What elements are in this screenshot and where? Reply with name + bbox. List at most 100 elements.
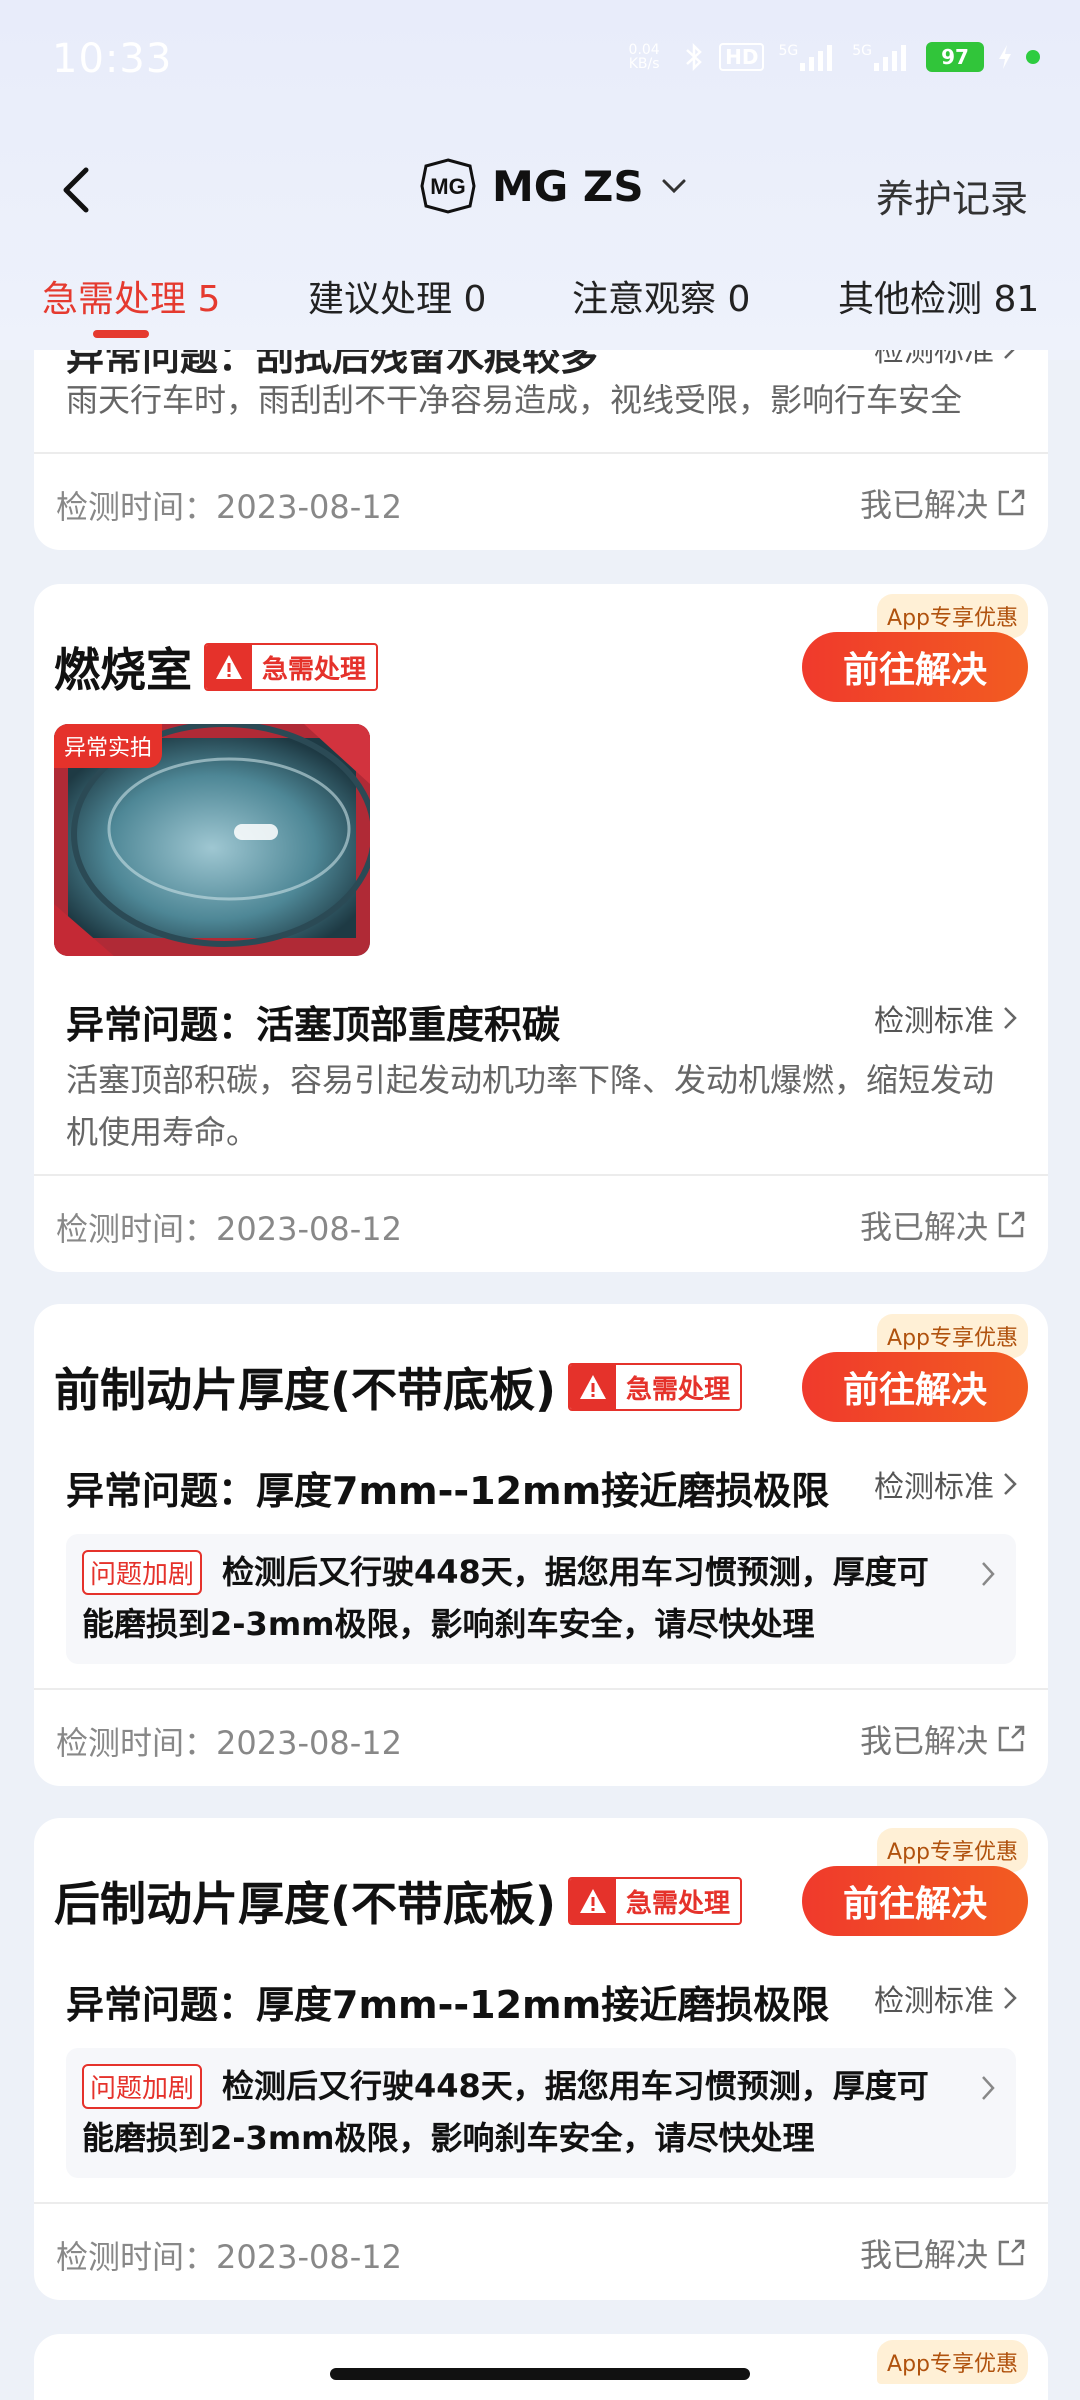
card-footer: 检测时间：2023-08-12 我已解决: [34, 1174, 1048, 1272]
tab-other[interactable]: 其他检测 81: [838, 270, 1039, 322]
tab-urgent[interactable]: 急需处理 5: [42, 270, 220, 322]
chevron-right-icon: [1004, 350, 1015, 359]
category-tabs: 急需处理 5 建议处理 0 注意观察 0 其他检测 81: [0, 270, 1080, 348]
hd-icon: HD: [719, 43, 765, 71]
detect-time: 检测时间：2023-08-12: [56, 1724, 402, 1762]
promo-badge: App专享优惠: [877, 2340, 1028, 2384]
detect-time: 检测时间：2023-08-12: [56, 488, 402, 526]
solved-label: 我已解决: [859, 1208, 988, 1246]
status-bar: 10:33 0.04 KB/s HD 5G 5G 97: [0, 0, 1080, 120]
warning-icon: [206, 645, 252, 689]
issue-card-front-brake: 前制动片厚度(不带底板) 急需处理 App专享优惠 前往解决 异常问题：厚度7m…: [34, 1304, 1048, 1786]
warning-icon: [570, 1879, 617, 1923]
urgent-badge: 急需处理: [568, 1877, 743, 1925]
worse-badge: 问题加剧: [82, 1550, 203, 1595]
warning-text: 检测后又行驶448天，据您用车习惯预测，厚度可能磨损到2-3mm极限，影响刹车安…: [82, 2067, 929, 2157]
standard-link[interactable]: 检测标准: [874, 1462, 1020, 1506]
signal-icon: 5G: [778, 43, 838, 71]
external-link-icon: [998, 2239, 1025, 2266]
status-time: 10:33: [52, 36, 173, 82]
issue-card-rear-brake: 后制动片厚度(不带底板) 急需处理 App专享优惠 前往解决 异常问题：厚度7m…: [34, 1818, 1048, 2300]
worse-badge: 问题加剧: [82, 2064, 203, 2109]
mg-logo-icon: MG: [420, 158, 476, 214]
issue-description: 活塞顶部积碳，容易引起发动机功率下降、发动机爆燃，缩短发动机使用寿命。: [66, 1061, 995, 1151]
detect-time: 检测时间：2023-08-12: [56, 1210, 402, 1248]
issue-title: 异常问题：活塞顶部重度积碳: [66, 1003, 561, 1047]
urgent-label: 急需处理: [626, 1374, 731, 1405]
external-link-icon: [998, 1725, 1025, 1752]
solved-label: 我已解决: [859, 2236, 988, 2274]
resolve-button[interactable]: 前往解决: [802, 1866, 1028, 1936]
chevron-right-icon: [1004, 1473, 1017, 1495]
card-footer: 检测时间：2023-08-12 我已解决: [34, 1688, 1048, 1786]
warning-icon: [570, 1365, 617, 1409]
solved-button[interactable]: 我已解决: [860, 480, 1026, 526]
resolve-button[interactable]: 前往解决: [802, 632, 1028, 702]
standard-link[interactable]: 检测标准: [874, 996, 1020, 1040]
issue-title: 异常问题：厚度7mm--12mm接近磨损极限: [66, 1983, 830, 2027]
external-link-icon: [998, 1211, 1025, 1238]
maintenance-record-link[interactable]: 养护记录: [876, 168, 1028, 223]
net-speed: 0.04 KB/s: [628, 42, 660, 72]
standard-label: 检测标准: [874, 1470, 994, 1505]
card-footer: 检测时间：2023-08-12 我已解决: [34, 452, 1048, 550]
urgent-badge: 急需处理: [568, 1363, 743, 1411]
back-arrow-icon: [63, 167, 89, 213]
card-footer: 检测时间：2023-08-12 我已解决: [34, 2202, 1048, 2300]
issue-photo[interactable]: 异常实拍: [54, 724, 370, 956]
svg-text:MG: MG: [430, 174, 465, 199]
chevron-right-icon: [1004, 1007, 1017, 1029]
external-link-icon: [998, 489, 1025, 516]
vehicle-selector[interactable]: MG MG ZS: [420, 158, 688, 214]
standard-label: 检测标准: [874, 350, 994, 369]
resolve-button[interactable]: 前往解决: [802, 1352, 1028, 1422]
issue-title: 异常问题：厚度7mm--12mm接近磨损极限: [66, 1469, 830, 1513]
chevron-right-icon: [982, 2076, 995, 2100]
solved-button[interactable]: 我已解决: [860, 1202, 1026, 1248]
solved-button[interactable]: 我已解决: [860, 1716, 1026, 1762]
chevron-down-icon: [662, 179, 686, 194]
photo-tag: 异常实拍: [54, 724, 163, 768]
bluetooth-icon: [683, 42, 705, 72]
card-title-text: 后制动片厚度(不带底板): [54, 1877, 557, 1931]
card-title: 前制动片厚度(不带底板) 急需处理: [54, 1354, 743, 1420]
standard-link[interactable]: 检测标准: [874, 1976, 1020, 2020]
privacy-dot: [1026, 50, 1040, 64]
battery-icon: 97: [926, 42, 984, 72]
warning-text: 检测后又行驶448天，据您用车习惯预测，厚度可能磨损到2-3mm极限，影响刹车安…: [82, 1553, 929, 1643]
back-button[interactable]: [50, 160, 110, 220]
card-title: 燃烧室 急需处理: [54, 634, 379, 700]
nav-header: MG MG ZS 养护记录: [0, 140, 1080, 250]
solved-button[interactable]: 我已解决: [860, 2230, 1026, 2276]
tab-observe[interactable]: 注意观察 0: [572, 270, 750, 322]
prediction-warning[interactable]: 检测后又行驶448天，据您用车习惯预测，厚度可能磨损到2-3mm极限，影响刹车安…: [66, 2048, 1016, 2178]
solved-label: 我已解决: [859, 1722, 988, 1760]
detect-time: 检测时间：2023-08-12: [56, 2238, 402, 2276]
prediction-warning[interactable]: 检测后又行驶448天，据您用车习惯预测，厚度可能磨损到2-3mm极限，影响刹车安…: [66, 1534, 1016, 1664]
urgent-label: 急需处理: [262, 654, 367, 685]
signal-2-label: 5G: [852, 43, 872, 59]
home-indicator[interactable]: [330, 2368, 750, 2380]
solved-label: 我已解决: [859, 486, 988, 524]
standard-label: 检测标准: [874, 1004, 994, 1039]
card-title-text: 前制动片厚度(不带底板): [54, 1363, 557, 1417]
active-tab-indicator: [93, 330, 149, 338]
card-title: 后制动片厚度(不带底板) 急需处理: [54, 1868, 743, 1934]
standard-link[interactable]: 检测标准: [874, 350, 1020, 370]
vehicle-name: MG ZS: [492, 161, 644, 211]
issue-card-next: App专享优惠: [34, 2334, 1048, 2400]
standard-label: 检测标准: [874, 1984, 994, 2019]
charging-icon: [998, 45, 1012, 69]
signal-1-label: 5G: [778, 43, 799, 59]
urgent-badge: 急需处理: [204, 643, 379, 691]
issue-card-wiper: 异常问题：刮拭后残留水痕较多 检测标准 雨天行车时，雨刮刮不干净容易造成，视线受…: [34, 350, 1048, 550]
card-title-text: 燃烧室: [54, 643, 192, 697]
issue-description: 雨天行车时，雨刮刮不干净容易造成，视线受限，影响行车安全: [66, 381, 963, 419]
signal-icon-2: 5G: [852, 43, 912, 71]
chevron-right-icon: [1004, 1987, 1017, 2009]
status-icons: 0.04 KB/s HD 5G 5G 97: [619, 42, 1040, 72]
tab-suggested[interactable]: 建议处理 0: [308, 270, 486, 322]
chevron-right-icon: [982, 1562, 995, 1586]
urgent-label: 急需处理: [626, 1888, 731, 1919]
issue-card-combustion: 燃烧室 急需处理 App专享优惠 前往解决 异常实拍 异常问题：活塞顶部重度积碳…: [34, 584, 1048, 1272]
